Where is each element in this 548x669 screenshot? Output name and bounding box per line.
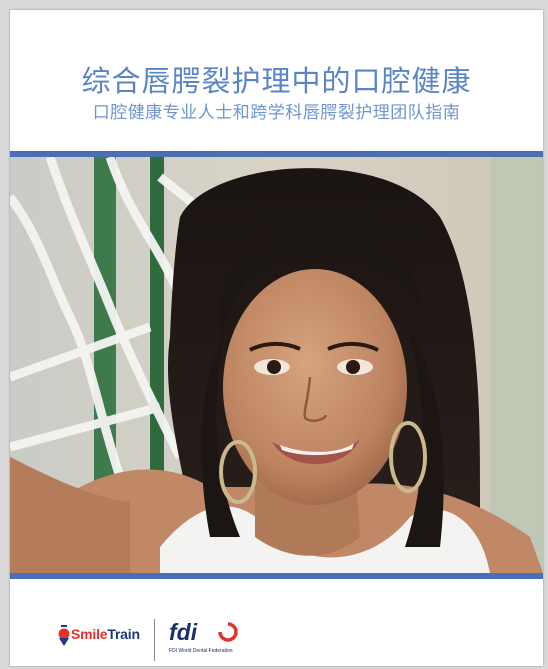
fdi-logo: fdi FDI World Dental Federation [167,619,257,663]
cover-title: 综合唇腭裂护理中的口腔健康 [81,64,472,98]
cover-photo [10,157,543,573]
smiletrain-wordmark: SmileTrain [71,626,140,642]
smiletrain-drop-icon [58,625,70,646]
cover-subtitle: 口腔健康专业人士和跨学科唇腭裂护理团队指南 [92,103,461,123]
logo-footer: SmileTrain fdi FDI World Dental Federati… [10,579,543,666]
smiletrain-logo: SmileTrain [58,625,148,646]
fdi-subtitle: FDI World Dental Federation [169,648,233,654]
cover-page: 综合唇腭裂护理中的口腔健康 口腔健康专业人士和跨学科唇腭裂护理团队指南 Smil… [10,10,543,666]
logo-divider [154,619,155,661]
fdi-wordmark: fdi [169,619,198,645]
fdi-swoosh-icon [218,622,238,642]
